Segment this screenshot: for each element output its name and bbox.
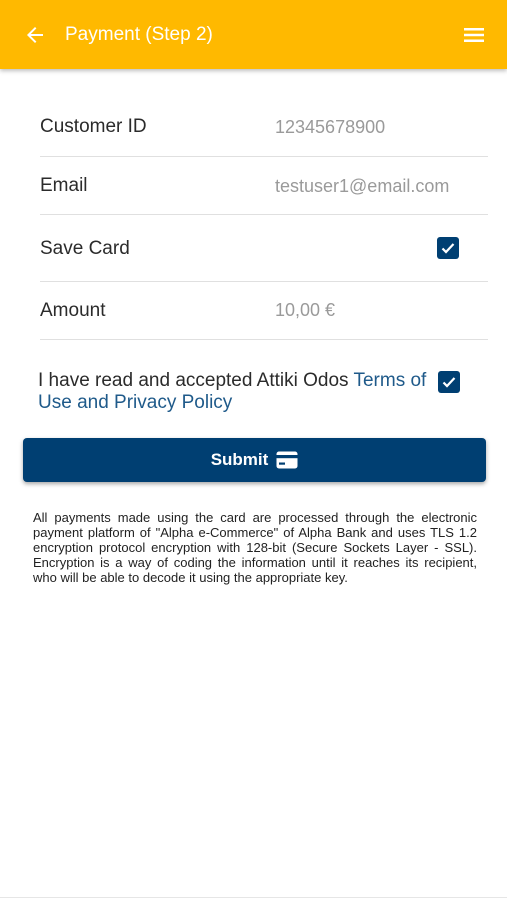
credit-card-icon xyxy=(276,451,298,469)
app-bar: Payment (Step 2) xyxy=(0,0,507,69)
customer-id-value: 12345678900 xyxy=(275,117,386,137)
security-notice: All payments made using the card are pro… xyxy=(33,510,477,585)
save-card-row: Save Card xyxy=(40,215,488,282)
submit-label: Submit xyxy=(210,450,269,469)
back-button[interactable] xyxy=(20,20,50,50)
checkmark-icon xyxy=(441,243,455,254)
amount-value: 10,00 € xyxy=(275,300,336,320)
checkmark-icon xyxy=(442,377,456,388)
customer-id-row: Customer ID 12345678900 xyxy=(40,99,488,157)
menu-button[interactable] xyxy=(459,20,489,50)
save-card-checkbox[interactable] xyxy=(437,237,459,259)
customer-id-label: Customer ID xyxy=(40,116,147,137)
email-label: Email xyxy=(40,175,88,196)
amount-label: Amount xyxy=(40,300,106,321)
email-row: Email testuser1@email.com xyxy=(40,157,488,215)
terms-checkbox[interactable] xyxy=(438,371,460,393)
hamburger-menu-icon xyxy=(464,28,484,42)
save-card-label: Save Card xyxy=(40,238,130,259)
amount-row: Amount 10,00 € xyxy=(40,282,488,340)
arrow-left-icon xyxy=(27,27,43,43)
email-value: testuser1@email.com xyxy=(275,176,450,196)
terms-text: I have read and accepted Attiki Odos Ter… xyxy=(38,370,427,413)
page-title: Payment (Step 2) xyxy=(65,24,213,45)
bottom-divider xyxy=(0,897,507,898)
submit-button[interactable]: Submit xyxy=(23,438,486,482)
